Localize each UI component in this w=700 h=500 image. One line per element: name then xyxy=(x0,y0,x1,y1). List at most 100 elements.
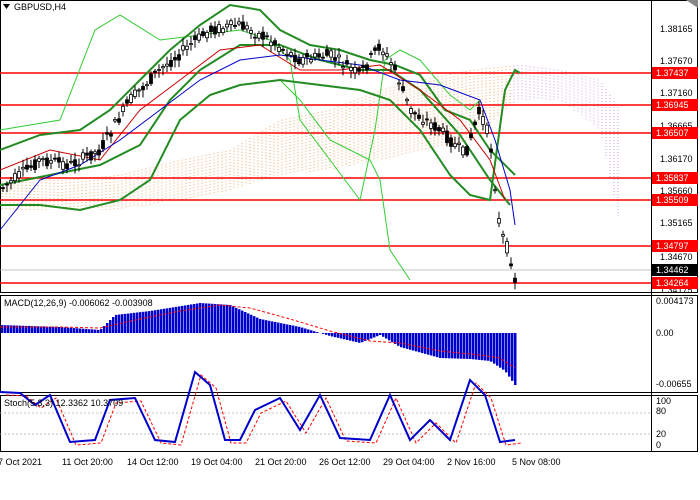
candle-body xyxy=(289,52,293,56)
macd-bar xyxy=(430,333,433,356)
candle-body xyxy=(117,118,121,123)
candle-body xyxy=(469,133,473,139)
macd-bar xyxy=(436,333,439,358)
time-label: 21 Oct 20:00 xyxy=(255,457,307,467)
macd-bar xyxy=(79,328,82,333)
macd-bar xyxy=(493,333,496,364)
macd-bar xyxy=(454,333,457,359)
candle-body xyxy=(77,164,81,167)
candle-body xyxy=(293,54,297,63)
candle-body xyxy=(253,36,257,39)
candle-body xyxy=(121,105,125,112)
candle-body xyxy=(389,62,393,66)
candle-body xyxy=(493,189,497,192)
time-label: 11 Oct 20:00 xyxy=(62,457,113,467)
candle-body xyxy=(485,124,489,134)
level-badge: 1.34264 xyxy=(656,278,689,288)
symbol-dropdown-icon[interactable] xyxy=(3,4,10,9)
candle-body xyxy=(373,47,377,51)
macd-bar xyxy=(403,333,406,349)
candle-body xyxy=(369,53,373,55)
macd-bar xyxy=(412,333,415,351)
candle-body xyxy=(229,20,233,25)
candle-body xyxy=(481,116,485,125)
candle-body xyxy=(197,33,201,41)
macd-bar xyxy=(64,327,67,333)
candle-body xyxy=(37,158,41,162)
candle-body xyxy=(377,43,381,51)
candle-body xyxy=(309,59,313,63)
macd-bar xyxy=(139,312,142,333)
candle-body xyxy=(325,49,329,56)
macd-bar xyxy=(52,326,55,333)
macd-bar xyxy=(271,321,274,333)
candle-body xyxy=(345,60,349,65)
macd-bar xyxy=(508,333,511,377)
macd-bar xyxy=(88,329,91,333)
macd-bar xyxy=(214,304,217,333)
candle-body xyxy=(385,53,389,57)
macd-bar xyxy=(106,323,109,333)
candle-body xyxy=(397,82,401,85)
macd-bar xyxy=(307,329,310,333)
candle-body xyxy=(425,118,429,121)
chart-shift-icon[interactable] xyxy=(686,0,698,8)
bollinger-upper xyxy=(0,3,516,176)
macd-bar xyxy=(91,329,94,333)
candle-body xyxy=(401,86,405,92)
candle-body xyxy=(65,163,69,169)
candle-body xyxy=(45,157,49,167)
candle-body xyxy=(409,108,413,114)
candle-body xyxy=(53,157,57,160)
candle-body xyxy=(97,149,101,156)
level-badge: 1.37437 xyxy=(656,68,689,78)
ma-fast-line xyxy=(0,44,506,201)
price-label: 1.35165 xyxy=(660,218,693,228)
macd-bar xyxy=(7,325,10,333)
macd-bar xyxy=(388,333,391,341)
macd-bar xyxy=(277,322,280,333)
candle-body xyxy=(381,51,385,56)
macd-bar xyxy=(292,325,295,333)
candle-body xyxy=(357,68,361,72)
macd-bar xyxy=(61,327,64,333)
macd-bar xyxy=(217,304,220,333)
macd-bar xyxy=(289,325,292,333)
candle-body xyxy=(233,24,237,27)
time-label: 19 Oct 04:00 xyxy=(191,457,243,467)
stoch-title: Stoch(5,3,3) 12.3362 10.3709 xyxy=(4,398,123,408)
macd-bar xyxy=(223,304,226,333)
macd-bar xyxy=(175,306,178,333)
macd-bar xyxy=(1,325,4,333)
candle-body xyxy=(505,241,509,254)
macd-bar xyxy=(298,326,301,333)
macd-bar xyxy=(85,328,88,333)
price-label: 1.34670 xyxy=(660,252,693,262)
macd-bar xyxy=(226,304,229,333)
candle-body xyxy=(489,148,493,153)
candle-body xyxy=(141,86,145,91)
macd-bar xyxy=(232,306,235,333)
stoch-axis: 100 80 20 0 xyxy=(656,396,671,450)
macd-bar xyxy=(466,333,469,359)
macd-bar xyxy=(169,307,172,333)
macd-bar xyxy=(361,333,364,343)
macd-bar xyxy=(58,326,61,333)
candle-body xyxy=(465,146,469,156)
macd-bar xyxy=(421,333,424,354)
macd-bar xyxy=(67,327,70,333)
macd-bar xyxy=(181,305,184,333)
time-label: 14 Oct 12:00 xyxy=(127,457,179,467)
macd-bar xyxy=(109,320,112,333)
macd-bar xyxy=(334,333,337,338)
macd-bar xyxy=(70,327,73,333)
symbol-title[interactable]: GBPUSD,H4 xyxy=(14,2,66,12)
time-axis: 7 Oct 2021 11 Oct 20:00 14 Oct 12:00 19 … xyxy=(0,457,561,467)
macd-bar xyxy=(478,333,481,360)
candle-body xyxy=(461,146,465,156)
macd-bar xyxy=(73,328,76,333)
macd-bar xyxy=(370,333,373,339)
candle-body xyxy=(365,64,369,71)
macd-bar xyxy=(280,323,283,333)
candle-body xyxy=(73,159,77,167)
